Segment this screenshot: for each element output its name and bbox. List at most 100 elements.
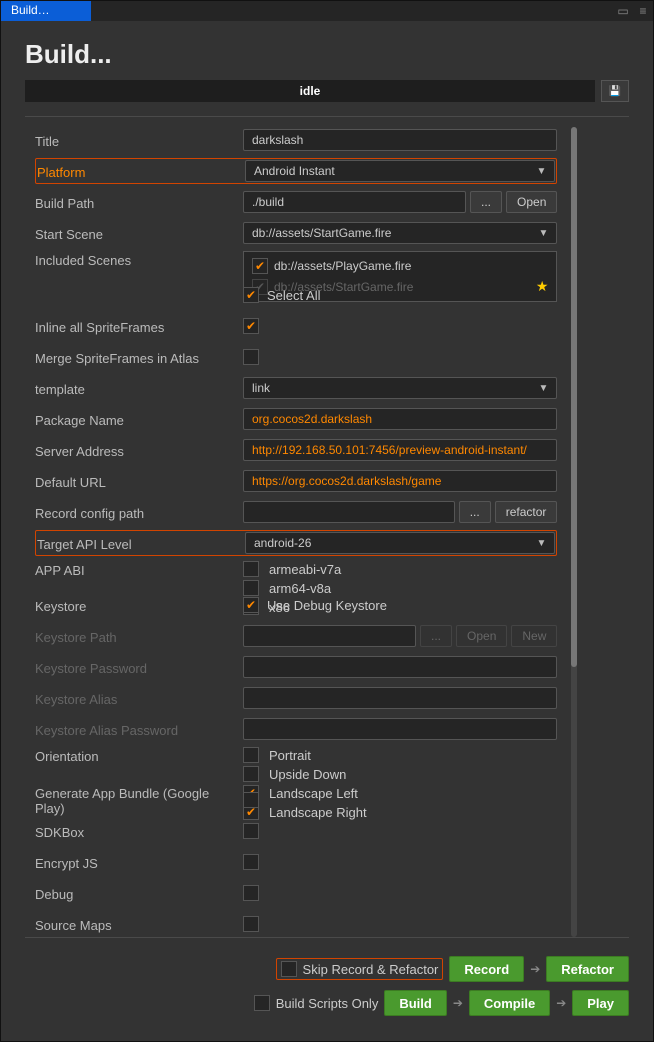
label-server: Server Address — [35, 442, 235, 459]
refactor-button[interactable]: refactor — [495, 501, 558, 523]
build-button[interactable]: Build — [384, 990, 447, 1016]
row-start-scene: Start Scene db://assets/StartGame.fire ▼ — [35, 220, 557, 246]
sourcemaps-checkbox[interactable] — [243, 916, 259, 932]
window-tab[interactable]: Build… — [1, 1, 91, 21]
row-abi: APP ABI armeabi-v7a arm64-v8a x86 — [35, 561, 557, 587]
browse-keystore-button: ... — [420, 625, 452, 647]
row-sourcemaps: Source Maps — [35, 911, 557, 937]
row-package: Package Name — [35, 406, 557, 432]
row-keystore: Keystore Use Debug Keystore — [35, 592, 557, 618]
select-start-scene[interactable]: db://assets/StartGame.fire ▼ — [243, 222, 557, 244]
skip-record-checkbox[interactable] — [281, 961, 297, 977]
label-orientation: Orientation — [35, 747, 235, 764]
input-build-path[interactable] — [243, 191, 466, 213]
debug-keystore-checkbox[interactable] — [243, 597, 259, 613]
status-row: idle 💾 — [25, 80, 629, 102]
input-record-config[interactable] — [243, 501, 455, 523]
row-keystore-path: Keystore Path ... Open New — [35, 623, 557, 649]
row-bundle: Generate App Bundle (Google Play) — [35, 787, 557, 813]
label-package: Package Name — [35, 411, 235, 428]
label-keystore-alias-pwd: Keystore Alias Password — [35, 721, 235, 738]
browse-build-path-button[interactable]: ... — [470, 191, 502, 213]
orient-upside-checkbox[interactable] — [243, 766, 259, 782]
row-server: Server Address — [35, 437, 557, 463]
orient-portrait-checkbox[interactable] — [243, 747, 259, 763]
arrow-icon: ➔ — [453, 996, 463, 1010]
play-button[interactable]: Play — [572, 990, 629, 1016]
input-package[interactable] — [243, 408, 557, 430]
build-form: Title Platform Android Instant ▼ Build P… — [1, 127, 571, 937]
debug-keystore-label: Use Debug Keystore — [267, 598, 387, 613]
label-sourcemaps: Source Maps — [35, 916, 235, 933]
select-start-scene-value: db://assets/StartGame.fire — [252, 226, 391, 240]
open-build-path-button[interactable]: Open — [506, 191, 557, 213]
row-orientation: Orientation Portrait Upside Down Landsca… — [35, 747, 557, 782]
scene-1-checkbox[interactable] — [252, 258, 268, 274]
label-bundle: Generate App Bundle (Google Play) — [35, 784, 235, 816]
scrollbar-thumb[interactable] — [571, 127, 577, 667]
label-sdkbox: SDKBox — [35, 823, 235, 840]
row-keystore-pwd: Keystore Password — [35, 654, 557, 680]
encrypt-checkbox[interactable] — [243, 854, 259, 870]
build-scripts-checkbox[interactable] — [254, 995, 270, 1011]
row-record-config: Record config path ... refactor — [35, 499, 557, 525]
sdkbox-checkbox[interactable] — [243, 823, 259, 839]
footer-row-2: Build Scripts Only Build ➔ Compile ➔ Pla… — [25, 990, 629, 1016]
input-keystore-path — [243, 625, 416, 647]
row-target-api: Target API Level android-26 ▼ — [35, 530, 557, 556]
divider-footer — [25, 937, 629, 938]
select-template-value: link — [252, 381, 270, 395]
footer: Skip Record & Refactor Record ➔ Refactor… — [1, 948, 653, 1026]
label-abi: APP ABI — [35, 561, 235, 578]
select-target-api[interactable]: android-26 ▼ — [245, 532, 555, 554]
arrow-icon: ➔ — [556, 996, 566, 1010]
skip-record-box: Skip Record & Refactor — [276, 958, 444, 980]
dock-icon[interactable]: ▭ — [613, 1, 633, 21]
record-button[interactable]: Record — [449, 956, 524, 982]
new-keystore-button: New — [511, 625, 557, 647]
row-sdkbox: SDKBox — [35, 818, 557, 844]
skip-record-label: Skip Record & Refactor — [303, 962, 439, 977]
title-bar: Build… ▭ ≡ — [1, 1, 653, 21]
row-inline-sprite: Inline all SpriteFrames — [35, 313, 557, 339]
label-start-scene: Start Scene — [35, 225, 235, 242]
abi1-label: armeabi-v7a — [269, 562, 341, 577]
status-save-icon[interactable]: 💾 — [601, 80, 629, 102]
input-keystore-pwd — [243, 656, 557, 678]
merge-sprite-checkbox[interactable] — [243, 349, 259, 365]
select-template[interactable]: link ▼ — [243, 377, 557, 399]
row-debug: Debug — [35, 880, 557, 906]
input-server[interactable] — [243, 439, 557, 461]
row-template: template link ▼ — [35, 375, 557, 401]
label-platform: Platform — [37, 163, 237, 180]
row-merge-sprite: Merge SpriteFrames in Atlas — [35, 344, 557, 370]
input-title[interactable] — [243, 129, 557, 151]
chevron-down-icon: ▼ — [538, 383, 548, 394]
row-build-path: Build Path ... Open — [35, 189, 557, 215]
scrollbar[interactable] — [571, 127, 577, 937]
row-included-scenes: Included Scenes db://assets/PlayGame.fir… — [35, 251, 557, 277]
divider — [25, 116, 629, 117]
label-merge-sprite: Merge SpriteFrames in Atlas — [35, 349, 235, 366]
browse-record-button[interactable]: ... — [459, 501, 491, 523]
select-platform[interactable]: Android Instant ▼ — [245, 160, 555, 182]
label-title: Title — [35, 132, 235, 149]
select-all-checkbox[interactable] — [243, 287, 259, 303]
menu-icon[interactable]: ≡ — [633, 1, 653, 21]
label-included-scenes: Included Scenes — [35, 251, 235, 268]
input-keystore-alias — [243, 687, 557, 709]
refactor-big-button[interactable]: Refactor — [546, 956, 629, 982]
label-default-url: Default URL — [35, 473, 235, 490]
scene-item-1: db://assets/PlayGame.fire — [252, 258, 548, 274]
debug-checkbox[interactable] — [243, 885, 259, 901]
input-default-url[interactable] — [243, 470, 557, 492]
row-title: Title — [35, 127, 557, 153]
bundle-checkbox[interactable] — [243, 792, 259, 808]
row-platform: Platform Android Instant ▼ — [35, 158, 557, 184]
inline-sprite-checkbox[interactable] — [243, 318, 259, 334]
arrow-icon: ➔ — [530, 962, 540, 976]
row-encrypt: Encrypt JS — [35, 849, 557, 875]
compile-button[interactable]: Compile — [469, 990, 550, 1016]
abi-armeabi-checkbox[interactable] — [243, 561, 259, 577]
label-encrypt: Encrypt JS — [35, 854, 235, 871]
